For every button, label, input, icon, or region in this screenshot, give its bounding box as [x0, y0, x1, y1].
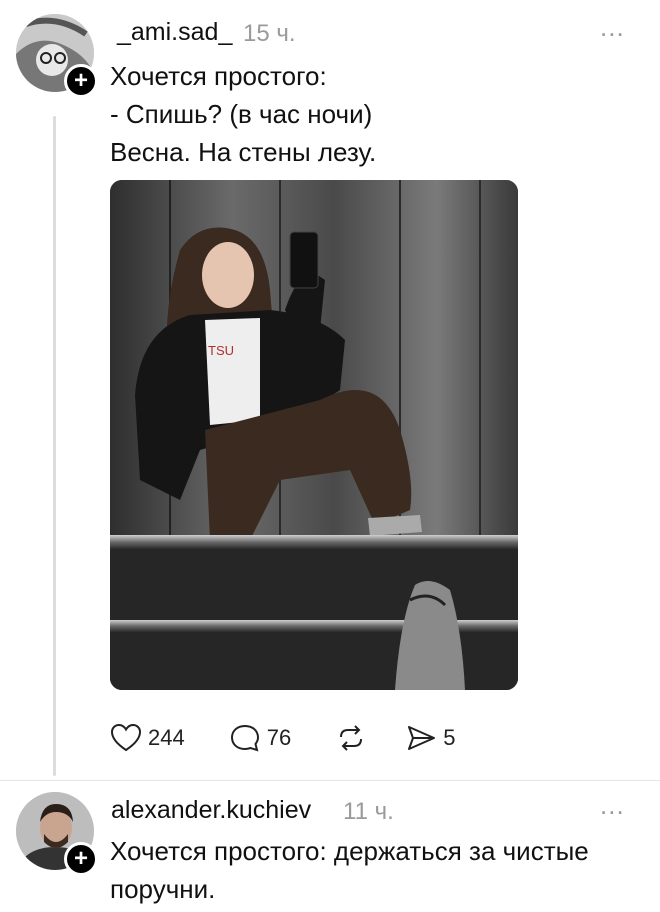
comment-icon: [230, 724, 259, 752]
send-icon: [408, 726, 436, 750]
thread-line: [53, 116, 56, 776]
like-button[interactable]: 244: [110, 723, 185, 753]
svg-text:TSU: TSU: [208, 343, 234, 358]
repost-icon: [340, 725, 363, 751]
post-text: Хочется простого: держаться за чистые по…: [110, 836, 589, 904]
repost-button[interactable]: [335, 723, 367, 753]
post-text: Хочется простого: - Спишь? (в час ночи) …: [110, 61, 377, 167]
username[interactable]: _ami.sad_: [117, 18, 232, 47]
follow-plus-icon[interactable]: +: [64, 64, 98, 98]
photo-image: TSU: [110, 180, 518, 690]
post-1: + _ami.sad_ 15 ч. ... Хочется простого: …: [0, 0, 660, 780]
timestamp: 15 ч.: [243, 20, 296, 47]
timestamp: 11 ч.: [343, 798, 394, 825]
comment-count: 76: [266, 725, 292, 750]
username[interactable]: alexander.kuchiev: [111, 796, 311, 825]
post-2: + alexander.kuchiev 11 ч. ... Хочется пр…: [0, 780, 660, 912]
more-options-icon[interactable]: ...: [600, 12, 625, 43]
more-options-icon[interactable]: ...: [600, 790, 625, 821]
follow-plus-icon[interactable]: +: [64, 842, 98, 876]
share-button[interactable]: 5: [405, 723, 455, 753]
like-count: 244: [148, 725, 185, 750]
comment-button[interactable]: 76: [229, 723, 291, 753]
heart-icon: [110, 723, 142, 752]
post-photo[interactable]: TSU: [110, 180, 518, 690]
share-count: 5: [443, 725, 456, 750]
action-bar: 244 76 5: [110, 723, 499, 753]
